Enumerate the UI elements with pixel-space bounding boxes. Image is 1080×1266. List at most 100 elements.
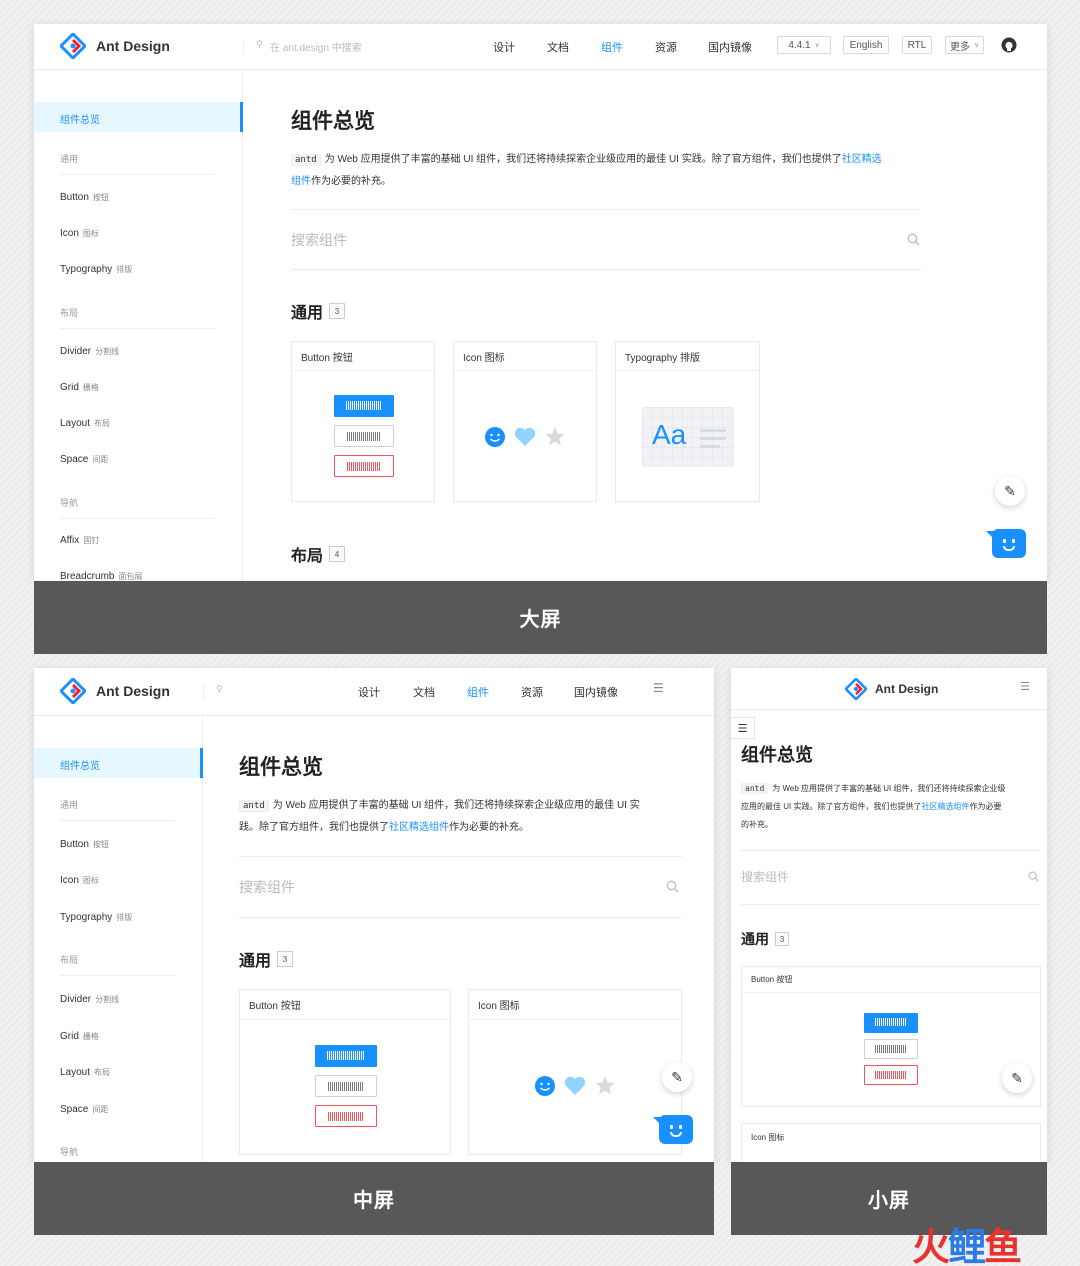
medium-sidebar: 组件总览 通用 Button 按钮 Icon 图标 Typography 排版 布局 … bbox=[34, 716, 203, 1162]
more-label: 更多 bbox=[949, 41, 970, 53]
sidebar-item-icon[interactable]: Icon 图标 bbox=[60, 875, 99, 886]
sidebar-item-button[interactable]: Button 按钮 bbox=[60, 839, 109, 850]
sidebar-item-typography[interactable]: Typography 排版 bbox=[60, 912, 132, 923]
smile-icon bbox=[485, 427, 505, 447]
small-header: Ant Design ☰ bbox=[731, 668, 1047, 710]
sidebar-item-space[interactable]: Space 间距 bbox=[60, 454, 108, 465]
more-button[interactable]: 更多 ∨ bbox=[945, 36, 984, 54]
magic-wand-icon: ✎ bbox=[1011, 1069, 1023, 1086]
card-button[interactable]: Button 按钮 bbox=[291, 341, 435, 502]
brand-name: Ant Design bbox=[875, 682, 939, 696]
sidebar-item-divider[interactable]: Divider 分割线 bbox=[60, 994, 119, 1005]
count-badge: 3 bbox=[329, 303, 346, 319]
language-button[interactable]: English bbox=[843, 36, 889, 54]
brand-logo[interactable]: Ant Design bbox=[845, 678, 938, 700]
section-layout-title: 布局 4 bbox=[291, 542, 346, 566]
heart-icon bbox=[514, 427, 536, 446]
small-screen-window: Ant Design ☰ ☰ 组件总览 antd 为 Web 应用提供了丰富的基础… bbox=[731, 668, 1047, 1162]
theme-button[interactable]: ✎ bbox=[662, 1062, 692, 1092]
nav-components[interactable]: 组件 bbox=[601, 39, 623, 55]
card-icon[interactable]: Icon 图标 bbox=[468, 989, 682, 1155]
card-button[interactable]: Button 按钮 bbox=[239, 989, 451, 1155]
large-header: Ant Design ⚲ 在 ant.design 中搜索 设计 文档 组件 资… bbox=[34, 24, 1047, 70]
nav-mirror[interactable]: 国内镜像 bbox=[574, 684, 618, 700]
smile-icon bbox=[535, 1076, 555, 1096]
large-screen-window: Ant Design ⚲ 在 ant.design 中搜索 设计 文档 组件 资… bbox=[34, 24, 1047, 581]
sidebar-item-layout[interactable]: Layout 布局 bbox=[60, 1067, 110, 1078]
sidebar-item-affix[interactable]: Affix 固钉 bbox=[60, 535, 99, 546]
card-typography[interactable]: Typography 排版 Aa bbox=[615, 341, 760, 502]
watermark-logo: 火 鲤 鱼 bbox=[912, 1225, 1022, 1266]
rtl-label: RTL bbox=[907, 39, 927, 51]
chevron-down-icon: ∨ bbox=[973, 42, 980, 49]
chat-bot-button[interactable] bbox=[986, 529, 1026, 558]
version-select[interactable]: 4.4.1 ∨ bbox=[777, 36, 831, 54]
sidebar-item-icon[interactable]: Icon 图标 bbox=[60, 228, 99, 239]
ant-design-logo-icon bbox=[845, 678, 867, 700]
typography-preview: Aa bbox=[642, 407, 734, 467]
sidebar-group-general: 通用 bbox=[60, 154, 79, 164]
search-icon bbox=[907, 233, 920, 246]
theme-button[interactable]: ✎ bbox=[1002, 1063, 1032, 1093]
nav-docs[interactable]: 文档 bbox=[413, 684, 435, 700]
count-badge: 3 bbox=[277, 951, 294, 967]
sidebar-item-space[interactable]: Space 间距 bbox=[60, 1104, 108, 1115]
search-icon[interactable]: ⚲ bbox=[216, 684, 223, 695]
magic-wand-icon: ✎ bbox=[671, 1068, 683, 1085]
brand-logo[interactable]: Ant Design bbox=[60, 33, 170, 59]
brand-name: Ant Design bbox=[96, 38, 170, 54]
theme-button[interactable]: ✎ bbox=[995, 476, 1025, 506]
component-search-input[interactable]: 搜索组件 bbox=[239, 877, 295, 897]
search-icon bbox=[1028, 871, 1039, 882]
sidebar-item-overview[interactable]: 组件总览 bbox=[34, 102, 243, 132]
section-general-title: 通用 3 bbox=[239, 947, 294, 971]
intro-paragraph: antd为 Web 应用提供了丰富的基础 UI 组件，我们还将持续探索企业级应用… bbox=[239, 800, 640, 833]
drawer-toggle-button[interactable]: ☰ bbox=[731, 717, 755, 739]
nav-design[interactable]: 设计 bbox=[358, 684, 380, 700]
menu-icon[interactable]: ☰ bbox=[1020, 680, 1030, 693]
nav-components[interactable]: 组件 bbox=[467, 684, 489, 700]
section-general-title: 通用 3 bbox=[741, 929, 789, 949]
page-title: 组件总览 bbox=[239, 756, 323, 779]
magic-wand-icon: ✎ bbox=[1004, 482, 1016, 499]
section-general-title: 通用 3 bbox=[291, 299, 346, 323]
sidebar-group-layout: 布局 bbox=[60, 955, 79, 965]
card-icon[interactable]: Icon 图标 bbox=[453, 341, 597, 502]
sidebar-item-divider[interactable]: Divider 分割线 bbox=[60, 346, 119, 357]
rtl-button[interactable]: RTL bbox=[902, 36, 932, 54]
sidebar-item-layout[interactable]: Layout 布局 bbox=[60, 418, 110, 429]
github-icon[interactable] bbox=[1001, 37, 1017, 53]
nav-resources[interactable]: 资源 bbox=[521, 684, 543, 700]
brand-logo[interactable]: Ant Design bbox=[60, 678, 170, 704]
sidebar-item-breadcrumb[interactable]: Breadcrumb 面包屑 bbox=[60, 571, 142, 581]
community-link[interactable]: 社区精选组件 bbox=[921, 802, 969, 811]
menu-icon[interactable]: ☰ bbox=[653, 681, 664, 695]
component-search-input[interactable]: 搜索组件 bbox=[291, 230, 347, 250]
component-search-input[interactable]: 搜索组件 bbox=[741, 868, 789, 885]
search-icon bbox=[666, 880, 679, 893]
ant-design-logo-icon bbox=[60, 33, 86, 59]
chat-bot-button[interactable] bbox=[653, 1115, 693, 1144]
nav-design[interactable]: 设计 bbox=[493, 39, 515, 55]
card-icon[interactable]: Icon 图标 bbox=[741, 1123, 1041, 1162]
sidebar-item-overview[interactable]: 组件总览 bbox=[34, 748, 203, 778]
nav-mirror[interactable]: 国内镜像 bbox=[708, 39, 752, 55]
community-link[interactable]: 社区精选组件 bbox=[389, 822, 449, 833]
card-button[interactable]: Button 按钮 bbox=[741, 966, 1041, 1107]
sidebar-group-navigation: 导航 bbox=[60, 498, 79, 508]
sidebar-item-grid[interactable]: Grid 栅格 bbox=[60, 1031, 99, 1042]
sidebar-item-button[interactable]: Button 按钮 bbox=[60, 192, 109, 203]
count-badge: 3 bbox=[775, 932, 789, 946]
version-label: 4.4.1 bbox=[788, 39, 811, 51]
large-sidebar: 组件总览 通用 Button 按钮 Icon 图标 Typography 排版 布局 … bbox=[34, 70, 243, 581]
star-icon bbox=[545, 427, 565, 446]
medium-screen-window: Ant Design ⚲ 设计 文档 组件 资源 国内镜像 ☰ 组件总览 通用 … bbox=[34, 668, 714, 1162]
search-input[interactable]: 在 ant.design 中搜索 bbox=[270, 39, 362, 54]
sidebar-item-typography[interactable]: Typography 排版 bbox=[60, 264, 132, 275]
nav-resources[interactable]: 资源 bbox=[655, 39, 677, 55]
nav-docs[interactable]: 文档 bbox=[547, 39, 569, 55]
heart-icon bbox=[564, 1076, 586, 1095]
sidebar-item-grid[interactable]: Grid 栅格 bbox=[60, 382, 99, 393]
chevron-down-icon: ∨ bbox=[814, 42, 820, 49]
intro-paragraph: antd为 Web 应用提供了丰富的基础 UI 组件，我们还将持续探索企业级应用… bbox=[741, 783, 1006, 829]
